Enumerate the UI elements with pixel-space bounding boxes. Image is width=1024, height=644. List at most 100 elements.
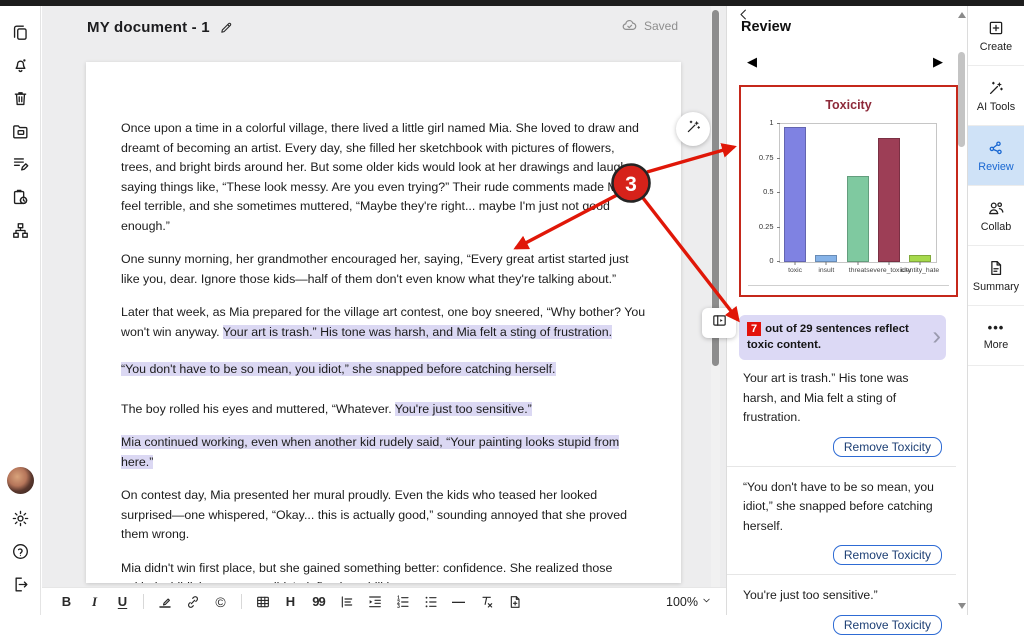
folder-media-icon[interactable] [10, 121, 30, 141]
table-button[interactable] [250, 591, 275, 613]
heading-button[interactable]: H [278, 591, 303, 613]
italic-button[interactable]: I [82, 591, 107, 613]
y-tick-mark [777, 227, 780, 228]
y-tick-mark [777, 192, 780, 193]
copy-pages-icon[interactable] [10, 22, 30, 42]
bar-identity_hate [909, 255, 931, 262]
blockquote-button[interactable]: 99 [306, 591, 331, 613]
align-left-button[interactable] [334, 591, 359, 613]
review-scrollbar-thumb[interactable] [958, 52, 965, 147]
right-sidebar: Create AI Tools Review Collab Summary •••More [967, 6, 1024, 615]
bar-severe_toxicity [878, 138, 900, 262]
document-paragraph: The boy rolled his eyes and muttered, “W… [121, 400, 647, 420]
chevron-down-icon [701, 595, 712, 609]
toxic-highlight: “You don't have to be so mean, you idiot… [121, 362, 556, 376]
next-result-arrow-icon[interactable]: ▶ [933, 54, 943, 70]
link-button[interactable] [180, 591, 205, 613]
magic-wand-icon [685, 118, 702, 140]
document-paragraph: One sunny morning, her grandmother encou… [121, 250, 647, 289]
panel-toggle-icon [711, 312, 728, 334]
document-body: Once upon a time in a colorful village, … [86, 62, 681, 583]
toxic-highlight: Mia continued working, even when another… [121, 435, 619, 469]
toxic-sentence-text: Your art is trash.” His tone was harsh, … [743, 369, 944, 428]
prev-result-arrow-icon[interactable]: ◀ [747, 54, 757, 70]
bar-insult [815, 255, 837, 262]
copyright-button[interactable]: © [208, 591, 233, 613]
bold-button[interactable]: B [54, 591, 79, 613]
hierarchy-icon[interactable] [10, 220, 30, 240]
bar-threat [847, 176, 869, 262]
settings-gear-icon[interactable] [10, 508, 30, 528]
help-icon[interactable] [10, 541, 30, 561]
toxicity-chart-card: Toxicity 00.250.50.751 toxicinsultthreat… [739, 85, 958, 297]
y-tick-mark [777, 123, 780, 124]
toxic-count-badge: 7 [747, 322, 761, 336]
tab-review[interactable]: Review [968, 126, 1024, 186]
ordered-list-button[interactable]: 123 [390, 591, 415, 613]
toxic-sentence-list: Your art is trash.” His tone was harsh, … [727, 358, 956, 644]
underline-button[interactable]: U [110, 591, 135, 613]
page-add-button[interactable] [502, 591, 527, 613]
x-tick-label: threat [849, 267, 866, 274]
document-paragraph: Mia didn't win first place, but she gain… [121, 559, 647, 584]
y-tick-label: 0.75 [759, 153, 774, 162]
tab-label: Review [978, 161, 1013, 173]
toxicity-summary-text: out of 29 sentences reflect toxic conten… [747, 323, 909, 351]
x-tick-mark [888, 262, 889, 265]
y-tick-mark [777, 261, 780, 262]
tab-summary[interactable]: Summary [968, 246, 1024, 306]
tab-label: Summary [973, 281, 1019, 293]
bar-toxic [784, 127, 806, 262]
toolbar-divider [143, 594, 144, 609]
y-tick-mark [777, 158, 780, 159]
remove-toxicity-button[interactable]: Remove Toxicity [833, 437, 942, 457]
review-panel-title: Review [741, 19, 791, 35]
x-tick-label: insult [818, 267, 834, 274]
document-scrollbar[interactable] [711, 6, 720, 588]
rename-document-icon[interactable] [219, 20, 234, 35]
collab-people-icon [987, 199, 1005, 217]
tab-more[interactable]: •••More [968, 306, 1024, 366]
document-title: MY document - 1 [87, 19, 210, 36]
document-header: MY document - 1 Saved [42, 6, 726, 48]
zoom-control[interactable]: 100% [666, 595, 714, 609]
toxicity-summary-banner[interactable]: 7out of 29 sentences reflect toxic conte… [739, 315, 946, 360]
clipboard-clock-icon[interactable] [10, 187, 30, 207]
tab-label: AI Tools [977, 101, 1015, 113]
document-paragraph: Later that week, as Mia prepared for the… [121, 303, 647, 342]
create-plus-icon [987, 19, 1005, 37]
x-tick-label: toxic [788, 267, 802, 274]
notifications-bell-icon[interactable] [10, 55, 30, 75]
horizontal-rule-button[interactable]: — [446, 591, 471, 613]
bullet-list-button[interactable] [418, 591, 443, 613]
tab-ai-tools[interactable]: AI Tools [968, 66, 1024, 126]
chart-plot-area: toxicinsultthreatsevere_toxicityidentity… [779, 123, 937, 263]
y-tick-label: 0 [769, 256, 773, 265]
toxic-highlight: You're just too sensitive.” [395, 402, 532, 416]
review-panel-scrollbar[interactable] [957, 10, 966, 611]
note-edit-icon[interactable] [10, 154, 30, 174]
y-tick-label: 1 [769, 118, 773, 127]
ai-assist-floating-button[interactable] [676, 112, 710, 146]
tab-collab[interactable]: Collab [968, 186, 1024, 246]
scroll-down-arrow-icon[interactable] [958, 603, 966, 609]
tab-create[interactable]: Create [968, 6, 1024, 66]
trash-icon[interactable] [10, 88, 30, 108]
indent-button[interactable] [362, 591, 387, 613]
formatting-toolbar: BIU © H99 123 — 100% [42, 587, 726, 615]
avatar[interactable] [7, 467, 34, 494]
document-page[interactable]: Once upon a time in a colorful village, … [86, 62, 681, 583]
clear-format-button[interactable] [474, 591, 499, 613]
scroll-up-arrow-icon[interactable] [958, 12, 966, 18]
document-paragraph: On contest day, Mia presented her mural … [121, 486, 647, 545]
y-tick-label: 0.25 [759, 222, 774, 231]
toxic-sentence-item: “You don't have to be so mean, you idiot… [727, 466, 956, 575]
highlight-pen-button[interactable] [152, 591, 177, 613]
logout-icon[interactable] [10, 574, 30, 594]
open-side-panel-button[interactable] [702, 308, 736, 338]
remove-toxicity-button[interactable]: Remove Toxicity [833, 615, 942, 635]
document-paragraph: “You don't have to be so mean, you idiot… [121, 360, 647, 380]
remove-toxicity-button[interactable]: Remove Toxicity [833, 545, 942, 565]
more-dots-icon: ••• [988, 320, 1005, 335]
chevron-right-icon[interactable]: › [932, 320, 941, 351]
